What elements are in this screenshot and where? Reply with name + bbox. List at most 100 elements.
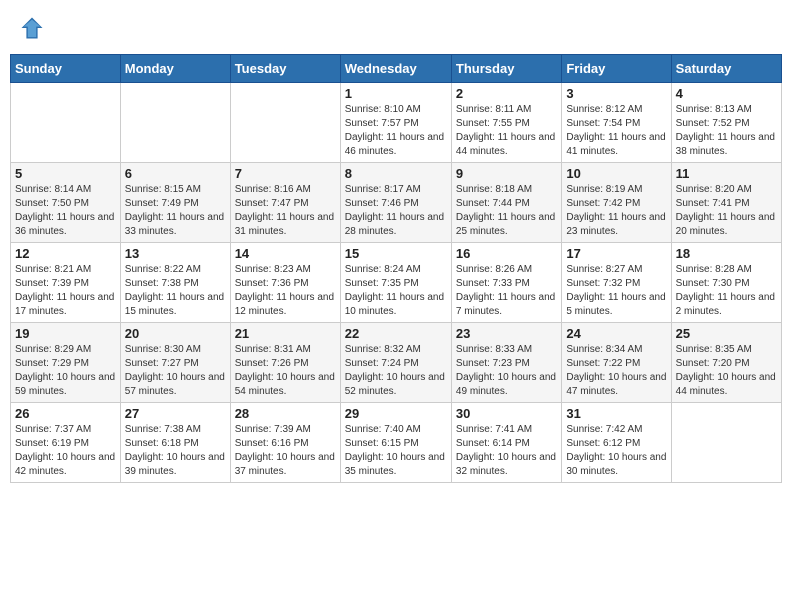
calendar-cell: 6Sunrise: 8:15 AM Sunset: 7:49 PM Daylig… — [120, 163, 230, 243]
day-number: 24 — [566, 326, 666, 341]
calendar-cell: 29Sunrise: 7:40 AM Sunset: 6:15 PM Dayli… — [340, 403, 451, 483]
day-number: 14 — [235, 246, 336, 261]
calendar-cell: 19Sunrise: 8:29 AM Sunset: 7:29 PM Dayli… — [11, 323, 121, 403]
day-info: Sunrise: 8:24 AM Sunset: 7:35 PM Dayligh… — [345, 263, 447, 319]
day-info: Sunrise: 8:10 AM Sunset: 7:57 PM Dayligh… — [345, 103, 447, 159]
calendar-cell: 25Sunrise: 8:35 AM Sunset: 7:20 PM Dayli… — [671, 323, 781, 403]
day-number: 10 — [566, 166, 666, 181]
day-info: Sunrise: 8:12 AM Sunset: 7:54 PM Dayligh… — [566, 103, 666, 159]
day-info: Sunrise: 8:35 AM Sunset: 7:20 PM Dayligh… — [676, 343, 777, 399]
calendar-cell: 10 Sunrise: 8:19 AM Sunset: 7:42 PM Dayli… — [562, 163, 671, 243]
day-number: 12 — [15, 246, 116, 261]
calendar-cell: 7 Sunrise: 8:16 AM Sunset: 7:47 PM Daylig… — [230, 163, 340, 243]
calendar-table: SundayMondayTuesdayWednesdayThursdayFrid… — [10, 54, 782, 483]
column-header-wednesday: Wednesday — [340, 55, 451, 83]
day-number: 4 — [676, 86, 777, 101]
calendar-cell: 15 Sunrise: 8:24 AM Sunset: 7:35 PM Dayli… — [340, 243, 451, 323]
day-info: Sunrise: 8:26 AM Sunset: 7:33 PM Dayligh… — [456, 263, 557, 319]
calendar-week-4: 19Sunrise: 8:29 AM Sunset: 7:29 PM Dayli… — [11, 323, 782, 403]
calendar-cell — [230, 83, 340, 163]
calendar-cell: 8 Sunrise: 8:17 AM Sunset: 7:46 PM Daylig… — [340, 163, 451, 243]
logo-icon — [18, 14, 46, 42]
day-number: 27 — [125, 406, 226, 421]
day-number: 17 — [566, 246, 666, 261]
day-info: Sunrise: 8:29 AM Sunset: 7:29 PM Dayligh… — [15, 343, 116, 399]
calendar-cell: 3 Sunrise: 8:12 AM Sunset: 7:54 PM Daylig… — [562, 83, 671, 163]
day-number: 3 — [566, 86, 666, 101]
day-info: Sunrise: 8:27 AM Sunset: 7:32 PM Dayligh… — [566, 263, 666, 319]
day-info: Sunrise: 8:11 AM Sunset: 7:55 PM Dayligh… — [456, 103, 557, 159]
calendar-cell: 21 Sunrise: 8:31 AM Sunset: 7:26 PM Dayli… — [230, 323, 340, 403]
calendar-cell: 26 Sunrise: 7:37 AM Sunset: 6:19 PM Dayli… — [11, 403, 121, 483]
calendar-cell: 20 Sunrise: 8:30 AM Sunset: 7:27 PM Dayli… — [120, 323, 230, 403]
day-info: Sunrise: 7:41 AM Sunset: 6:14 PM Dayligh… — [456, 423, 557, 479]
day-info: Sunrise: 8:13 AM Sunset: 7:52 PM Dayligh… — [676, 103, 777, 159]
day-number: 2 — [456, 86, 557, 101]
calendar-week-5: 26 Sunrise: 7:37 AM Sunset: 6:19 PM Dayli… — [11, 403, 782, 483]
column-header-thursday: Thursday — [451, 55, 561, 83]
day-number: 9 — [456, 166, 557, 181]
day-number: 20 — [125, 326, 226, 341]
day-info: Sunrise: 8:34 AM Sunset: 7:22 PM Dayligh… — [566, 343, 666, 399]
page-header — [10, 10, 782, 46]
column-header-tuesday: Tuesday — [230, 55, 340, 83]
logo — [18, 14, 50, 42]
day-number: 22 — [345, 326, 447, 341]
day-info: Sunrise: 8:21 AM Sunset: 7:39 PM Dayligh… — [15, 263, 116, 319]
calendar-cell: 13 Sunrise: 8:22 AM Sunset: 7:38 PM Dayli… — [120, 243, 230, 323]
calendar-cell: 5 Sunrise: 8:14 AM Sunset: 7:50 PM Daylig… — [11, 163, 121, 243]
day-info: Sunrise: 7:37 AM Sunset: 6:19 PM Dayligh… — [15, 423, 116, 479]
calendar-cell: 27Sunrise: 7:38 AM Sunset: 6:18 PM Dayli… — [120, 403, 230, 483]
day-info: Sunrise: 8:22 AM Sunset: 7:38 PM Dayligh… — [125, 263, 226, 319]
day-number: 18 — [676, 246, 777, 261]
calendar-cell: 18 Sunrise: 8:28 AM Sunset: 7:30 PM Dayli… — [671, 243, 781, 323]
day-info: Sunrise: 7:42 AM Sunset: 6:12 PM Dayligh… — [566, 423, 666, 479]
calendar-cell — [671, 403, 781, 483]
day-number: 31 — [566, 406, 666, 421]
day-number: 26 — [15, 406, 116, 421]
calendar-cell: 2 Sunrise: 8:11 AM Sunset: 7:55 PM Daylig… — [451, 83, 561, 163]
day-number: 15 — [345, 246, 447, 261]
day-info: Sunrise: 8:20 AM Sunset: 7:41 PM Dayligh… — [676, 183, 777, 239]
calendar-week-3: 12 Sunrise: 8:21 AM Sunset: 7:39 PM Dayli… — [11, 243, 782, 323]
day-info: Sunrise: 7:39 AM Sunset: 6:16 PM Dayligh… — [235, 423, 336, 479]
day-number: 13 — [125, 246, 226, 261]
calendar-header-row: SundayMondayTuesdayWednesdayThursdayFrid… — [11, 55, 782, 83]
calendar-cell — [120, 83, 230, 163]
day-info: Sunrise: 8:28 AM Sunset: 7:30 PM Dayligh… — [676, 263, 777, 319]
day-number: 23 — [456, 326, 557, 341]
calendar-cell: 1 Sunrise: 8:10 AM Sunset: 7:57 PM Daylig… — [340, 83, 451, 163]
calendar-cell: 16 Sunrise: 8:26 AM Sunset: 7:33 PM Dayli… — [451, 243, 561, 323]
day-number: 5 — [15, 166, 116, 181]
calendar-cell: 24 Sunrise: 8:34 AM Sunset: 7:22 PM Dayli… — [562, 323, 671, 403]
day-number: 30 — [456, 406, 557, 421]
calendar-cell: 28 Sunrise: 7:39 AM Sunset: 6:16 PM Dayli… — [230, 403, 340, 483]
column-header-saturday: Saturday — [671, 55, 781, 83]
column-header-monday: Monday — [120, 55, 230, 83]
day-number: 16 — [456, 246, 557, 261]
day-number: 6 — [125, 166, 226, 181]
column-header-friday: Friday — [562, 55, 671, 83]
calendar-cell: 22Sunrise: 8:32 AM Sunset: 7:24 PM Dayli… — [340, 323, 451, 403]
day-info: Sunrise: 8:17 AM Sunset: 7:46 PM Dayligh… — [345, 183, 447, 239]
day-info: Sunrise: 8:31 AM Sunset: 7:26 PM Dayligh… — [235, 343, 336, 399]
day-number: 8 — [345, 166, 447, 181]
calendar-cell: 30 Sunrise: 7:41 AM Sunset: 6:14 PM Dayli… — [451, 403, 561, 483]
day-info: Sunrise: 8:19 AM Sunset: 7:42 PM Dayligh… — [566, 183, 666, 239]
day-number: 7 — [235, 166, 336, 181]
day-info: Sunrise: 8:33 AM Sunset: 7:23 PM Dayligh… — [456, 343, 557, 399]
calendar-week-1: 1 Sunrise: 8:10 AM Sunset: 7:57 PM Daylig… — [11, 83, 782, 163]
day-number: 21 — [235, 326, 336, 341]
calendar-week-2: 5 Sunrise: 8:14 AM Sunset: 7:50 PM Daylig… — [11, 163, 782, 243]
day-number: 28 — [235, 406, 336, 421]
day-info: Sunrise: 7:40 AM Sunset: 6:15 PM Dayligh… — [345, 423, 447, 479]
calendar-cell: 14Sunrise: 8:23 AM Sunset: 7:36 PM Dayli… — [230, 243, 340, 323]
day-info: Sunrise: 8:18 AM Sunset: 7:44 PM Dayligh… — [456, 183, 557, 239]
day-info: Sunrise: 8:14 AM Sunset: 7:50 PM Dayligh… — [15, 183, 116, 239]
calendar-cell: 23 Sunrise: 8:33 AM Sunset: 7:23 PM Dayli… — [451, 323, 561, 403]
day-info: Sunrise: 8:30 AM Sunset: 7:27 PM Dayligh… — [125, 343, 226, 399]
day-number: 1 — [345, 86, 447, 101]
calendar-cell: 4 Sunrise: 8:13 AM Sunset: 7:52 PM Daylig… — [671, 83, 781, 163]
day-info: Sunrise: 8:16 AM Sunset: 7:47 PM Dayligh… — [235, 183, 336, 239]
calendar-cell: 17 Sunrise: 8:27 AM Sunset: 7:32 PM Dayli… — [562, 243, 671, 323]
